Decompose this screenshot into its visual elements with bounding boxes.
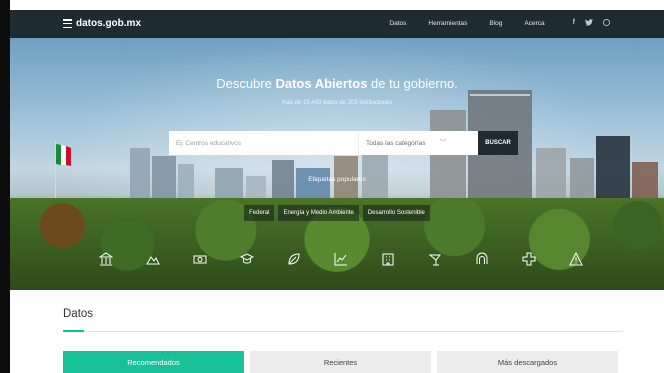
nav-link-acerca[interactable]: Acerca	[524, 20, 544, 27]
chart-icon[interactable]	[331, 250, 351, 268]
leaf-icon[interactable]	[284, 250, 304, 268]
datos-tabs: Recomendados Recientes Más descargados	[63, 351, 618, 373]
hero-title-suffix: de tu gobierno.	[367, 76, 458, 91]
warning-icon[interactable]	[566, 250, 586, 268]
top-nav: datos.gob.mx Datos Herramientas Blog Ace…	[10, 10, 664, 38]
nav-links: Datos Herramientas Blog Acerca f	[367, 19, 610, 28]
category-select-value: Todas las categorías	[366, 139, 426, 147]
category-select[interactable]: Todas las categorías ﹀	[358, 131, 470, 155]
popular-tags-label: Etiquetas populares	[308, 176, 366, 183]
tag-desarrollo[interactable]: Desarrollo Sostenible	[362, 205, 430, 221]
tab-mas-descargados[interactable]: Más descargados	[437, 351, 618, 373]
twitter-icon[interactable]	[585, 19, 593, 28]
mountain-icon[interactable]	[143, 250, 163, 268]
health-icon[interactable]	[519, 250, 539, 268]
section-divider-accent	[63, 330, 84, 332]
site-logo[interactable]: datos.gob.mx	[63, 18, 141, 29]
nav-link-datos[interactable]: Datos	[389, 20, 406, 27]
section-divider	[63, 331, 623, 332]
government-icon[interactable]	[96, 250, 116, 268]
hero-title: Descubre Datos Abiertos de tu gobierno.	[10, 76, 664, 91]
nav-link-herramientas[interactable]: Herramientas	[428, 20, 467, 27]
mexico-flag	[56, 144, 71, 166]
hero-title-prefix: Descubre	[216, 76, 276, 91]
github-icon[interactable]	[603, 19, 610, 28]
tab-recientes[interactable]: Recientes	[250, 351, 431, 373]
tag-energia[interactable]: Energía y Medio Ambiente	[278, 205, 359, 221]
menu-lines-icon	[63, 19, 72, 28]
social-links: f	[573, 19, 610, 28]
money-icon[interactable]	[190, 250, 210, 268]
nav-link-blog[interactable]: Blog	[489, 20, 502, 27]
logo-text: datos.gob.mx	[76, 18, 142, 29]
search-button[interactable]: BUSCAR	[478, 131, 518, 155]
category-icons	[96, 250, 586, 268]
tree-icon[interactable]	[425, 250, 445, 268]
hero-title-bold: Datos Abiertos	[275, 76, 368, 91]
search-input[interactable]	[169, 131, 355, 155]
transit-icon[interactable]	[472, 250, 492, 268]
tag-federal[interactable]: Federal	[244, 205, 275, 221]
building-icon[interactable]	[378, 250, 398, 268]
tab-recomendados[interactable]: Recomendados	[63, 351, 244, 373]
search-bar: Todas las categorías ﹀ BUSCAR	[169, 131, 518, 155]
graduation-icon[interactable]	[237, 250, 257, 268]
left-edge-bar	[0, 0, 10, 373]
page: datos.gob.mx Datos Herramientas Blog Ace…	[10, 10, 664, 373]
hero-subtitle: más de 15,400 datos de 209 instituciones	[281, 100, 393, 106]
popular-tags: Federal Energía y Medio Ambiente Desarro…	[10, 205, 664, 221]
hero-banner: Descubre Datos Abiertos de tu gobierno. …	[10, 38, 664, 290]
chevron-down-icon: ﹀	[439, 140, 447, 147]
facebook-icon[interactable]: f	[573, 19, 575, 28]
datos-section-title: Datos	[63, 308, 94, 320]
